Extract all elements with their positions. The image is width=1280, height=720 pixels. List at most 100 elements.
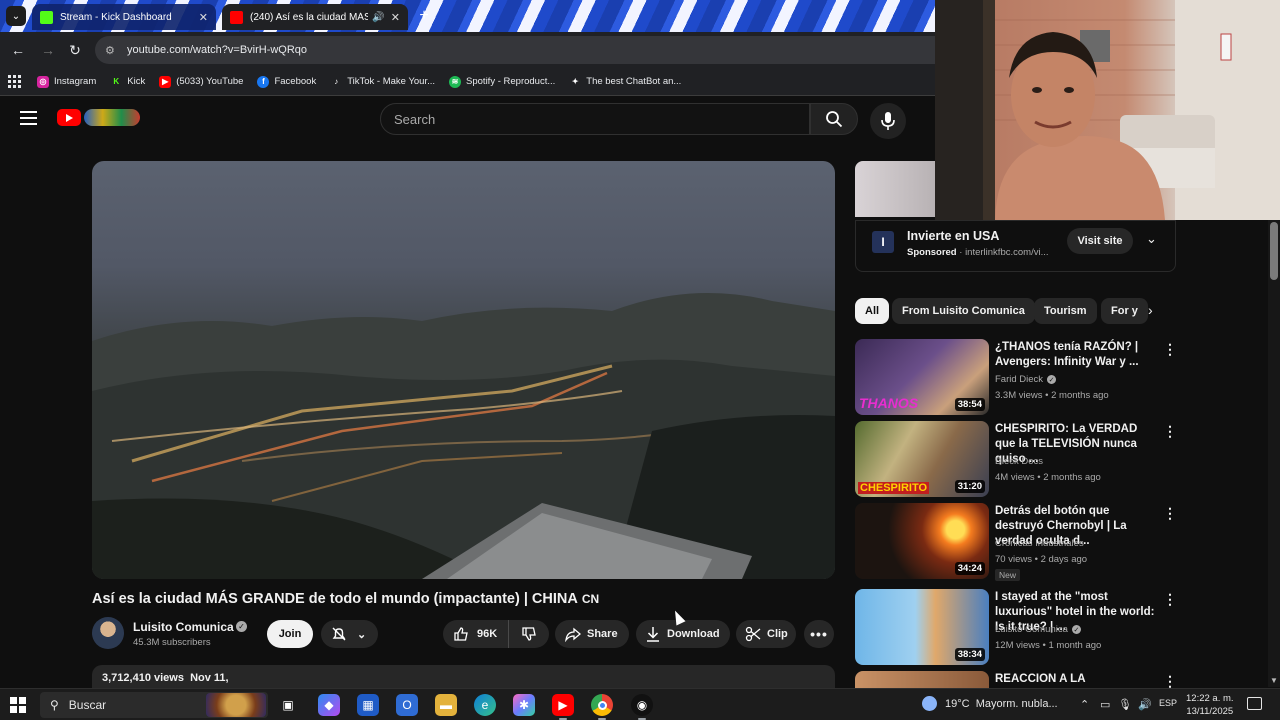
ad-title: Invierte en USA — [907, 229, 1000, 243]
video-thumbnail[interactable]: 34:24 — [855, 503, 989, 579]
tab-kick-dashboard[interactable]: Stream - Kick Dashboard ✕ — [32, 4, 216, 30]
video-player[interactable] — [92, 161, 835, 579]
tab-close-icon[interactable]: ✕ — [391, 11, 400, 24]
list-item[interactable]: REACCION A LA ENTREVISTA ⋮ — [855, 671, 1175, 688]
list-item[interactable]: 34:24 Detrás del botón que destruyó Cher… — [855, 503, 1177, 581]
bookmark-instagram[interactable]: ◎ Instagram — [37, 75, 96, 88]
edge-icon[interactable]: e — [474, 694, 496, 716]
tab-close-icon[interactable]: ✕ — [199, 11, 208, 24]
copilot-icon[interactable]: ◆ — [318, 694, 340, 716]
clip-button[interactable]: Clip — [736, 620, 796, 648]
thumbnail-text: THANOS — [859, 395, 919, 411]
chevron-down-icon[interactable]: ⌄ — [1146, 231, 1157, 247]
bookmark-spotify[interactable]: ≋ Spotify - Reproduct... — [449, 75, 555, 88]
language-indicator[interactable]: ESP — [1159, 698, 1177, 708]
bookmark-facebook[interactable]: f Facebook — [257, 75, 316, 88]
share-button[interactable]: Share — [555, 620, 629, 648]
scrollbar-thumb[interactable] — [1270, 222, 1278, 280]
share-icon — [565, 627, 581, 642]
video-thumbnail[interactable]: CHESPIRITO 31:20 — [855, 421, 989, 497]
video-thumbnail[interactable]: THANOS 38:54 — [855, 339, 989, 415]
obs-icon[interactable]: ◉ — [631, 694, 653, 720]
list-item[interactable]: 38:34 I stayed at the "most luxurious" h… — [855, 589, 1177, 667]
join-button[interactable]: Join — [267, 620, 313, 648]
apps-grid-icon[interactable] — [8, 75, 21, 88]
avatar[interactable] — [92, 617, 124, 649]
dislike-button[interactable] — [509, 626, 549, 642]
ad-thumbnail[interactable] — [855, 161, 935, 217]
list-item[interactable]: CHESPIRITO 31:20 CHESPIRITO: La VERDAD q… — [855, 421, 1177, 499]
back-arrow-icon[interactable]: ← — [8, 40, 28, 60]
outlook-icon[interactable]: O — [396, 694, 418, 716]
bookmark-label: Kick — [127, 76, 146, 87]
microsoft-store-icon[interactable]: ▦ — [357, 694, 379, 716]
verified-badge-icon: ✓ — [236, 621, 247, 632]
youtube-app-icon[interactable]: ▶ — [552, 694, 574, 720]
microphone-icon[interactable]: 🎙 — [1118, 698, 1132, 711]
download-button[interactable]: Download — [636, 620, 730, 648]
visit-site-button[interactable]: Visit site — [1067, 228, 1133, 254]
colorful-app-icon[interactable]: ✱ — [513, 694, 535, 716]
chevron-up-icon[interactable]: ⌃ — [1080, 698, 1089, 711]
youtube-doodle — [84, 109, 140, 126]
chevron-right-icon[interactable]: › — [1148, 302, 1153, 318]
youtube-logo[interactable] — [57, 109, 140, 126]
more-vertical-icon[interactable]: ⋮ — [1163, 591, 1177, 608]
notification-icon[interactable] — [1247, 697, 1262, 710]
search-highlight-image — [206, 693, 266, 717]
tab-search-button[interactable]: ⌄ — [6, 6, 26, 26]
speaker-icon[interactable]: 🔊 — [372, 12, 384, 23]
chip-all[interactable]: All — [855, 298, 890, 324]
taskbar-search-input[interactable]: ⚲ Buscar — [40, 692, 268, 718]
chip-from-channel[interactable]: From Luisito Comunica — [892, 298, 1035, 324]
windows-start-icon[interactable] — [10, 697, 26, 713]
more-vertical-icon[interactable]: ⋮ — [1163, 673, 1175, 688]
webcam-feed — [935, 0, 1280, 220]
more-vertical-icon[interactable]: ⋮ — [1163, 423, 1177, 440]
bookmark-chatbot[interactable]: ✦ The best ChatBot an... — [569, 75, 681, 88]
like-dislike-group: 96K — [443, 620, 549, 648]
ad-card[interactable]: I Invierte en USA Sponsored · interlinkf… — [855, 220, 1176, 272]
like-button[interactable]: 96K — [443, 620, 509, 648]
chip-tourism[interactable]: Tourism — [1034, 298, 1097, 324]
bookmark-kick[interactable]: K Kick — [110, 75, 146, 88]
more-vertical-icon[interactable]: ⋮ — [1163, 341, 1177, 358]
new-tab-button[interactable]: + — [414, 6, 434, 26]
more-vertical-icon[interactable]: ⋮ — [1163, 505, 1177, 522]
weather-widget[interactable]: 19°C Mayorm. nubla... — [922, 696, 1058, 711]
search-button[interactable] — [810, 103, 858, 135]
tab-youtube-video[interactable]: (240) Así es la ciudad MÁS 🔊 ✕ — [222, 4, 408, 30]
volume-icon[interactable]: 🔊 — [1138, 698, 1152, 711]
bookmark-youtube[interactable]: ▶ (5033) YouTube — [159, 75, 243, 88]
download-icon — [647, 627, 659, 642]
more-actions-button[interactable]: ••• — [804, 620, 834, 648]
address-bar[interactable]: ⚙ youtube.com/watch?v=BvirH-wQRqo — [95, 36, 935, 64]
search-input[interactable]: Search — [380, 103, 810, 135]
subscribed-notifications-button[interactable]: ⌄ — [321, 620, 378, 648]
thumbs-down-icon — [522, 627, 536, 641]
voice-search-button[interactable] — [870, 103, 906, 139]
chrome-icon[interactable] — [591, 694, 613, 720]
bookmark-label: TikTok - Make Your... — [347, 76, 436, 87]
chip-for-you[interactable]: For y — [1101, 298, 1148, 324]
monitor-icon[interactable]: ▭ — [1100, 698, 1110, 711]
channel-name[interactable]: Luisito Comunica — [133, 620, 234, 634]
scroll-down-arrow-icon[interactable]: ▼ — [1268, 674, 1280, 686]
file-explorer-icon[interactable]: ▬ — [435, 694, 457, 716]
taskbar-clock[interactable]: 12:22 a. m. 13/11/2025 — [1186, 692, 1234, 718]
more-horizontal-icon: ••• — [810, 626, 828, 642]
list-item[interactable]: THANOS 38:54 ¿THANOS tenía RAZÓN? | Aven… — [855, 339, 1177, 417]
site-info-icon[interactable]: ⚙ — [105, 44, 119, 57]
bookmarks-bar: ◎ Instagram K Kick ▶ (5033) YouTube f Fa… — [0, 68, 935, 96]
reload-icon[interactable]: ↻ — [65, 40, 85, 60]
task-view-icon[interactable]: ▣ — [277, 694, 299, 716]
video-thumbnail[interactable] — [855, 671, 989, 688]
subscriber-count: 45.3M subscribers — [133, 637, 211, 648]
scrollbar[interactable] — [1268, 220, 1280, 687]
forward-arrow-icon[interactable]: → — [38, 40, 58, 60]
video-title: Así es la ciudad MÁS GRANDE de todo el m… — [92, 591, 599, 607]
video-thumbnail[interactable]: 38:34 — [855, 589, 989, 665]
download-label: Download — [667, 628, 720, 640]
menu-icon[interactable] — [20, 111, 37, 125]
bookmark-tiktok[interactable]: ♪ TikTok - Make Your... — [330, 75, 436, 88]
